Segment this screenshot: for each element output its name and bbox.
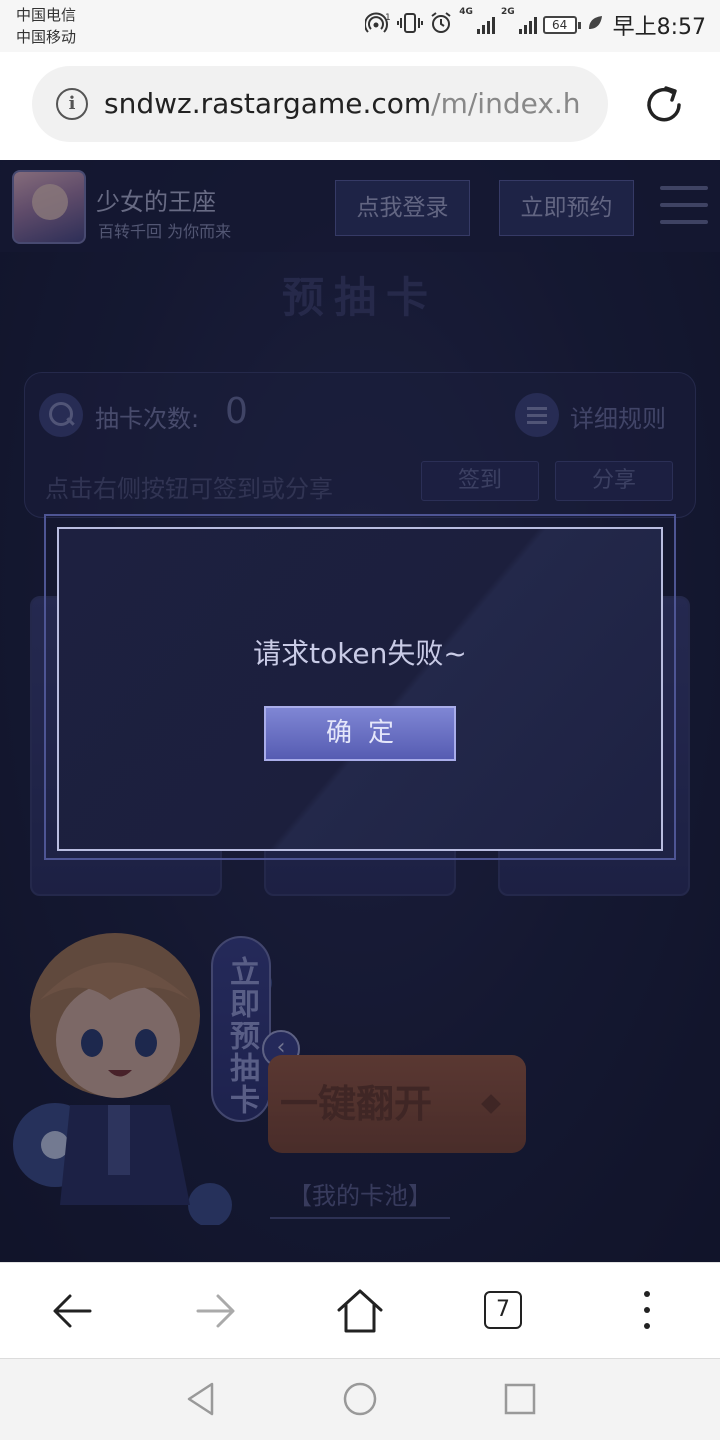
signal-2-icon <box>518 16 537 34</box>
carrier-1: 中国电信 <box>16 6 77 24</box>
url-host: sndwz.rastargame.com <box>104 87 432 120</box>
vibrate-icon <box>397 12 424 38</box>
home-icon[interactable] <box>334 1285 386 1337</box>
tabs-count-button[interactable]: 7 <box>484 1291 522 1329</box>
forward-arrow-icon[interactable] <box>192 1287 240 1335</box>
nav-back-icon[interactable] <box>184 1381 218 1417</box>
info-icon[interactable]: i <box>56 88 88 120</box>
nav-recents-icon[interactable] <box>504 1383 536 1415</box>
battery-level: 64 <box>542 16 577 34</box>
battery-icon: 64 <box>542 16 581 34</box>
carrier-info: 中国电信 中国移动 <box>16 4 76 48</box>
carrier-2: 中国移动 <box>16 28 77 46</box>
leaf-icon <box>587 15 603 35</box>
back-arrow-icon[interactable] <box>48 1287 96 1335</box>
hotspot-icon: 1 <box>364 12 391 39</box>
svg-text:1: 1 <box>385 13 391 23</box>
network-label-1: 4G <box>459 7 473 17</box>
nav-home-icon[interactable] <box>342 1381 378 1417</box>
dialog-message: 请求token失败~ <box>253 637 467 670</box>
browser-toolbar: 7 <box>0 1262 720 1358</box>
clock: 早上8:57 <box>612 15 706 40</box>
error-dialog <box>57 527 663 851</box>
reload-icon[interactable] <box>641 82 687 128</box>
signal-1-icon <box>476 16 495 34</box>
more-vertical-icon[interactable] <box>644 1291 652 1335</box>
url-path: /m/index.h <box>431 87 581 120</box>
address-bar[interactable]: i sndwz.rastargame.com/m/index.h <box>32 66 608 142</box>
dialog-confirm-button[interactable]: 确定 <box>264 706 456 761</box>
status-bar: 中国电信 中国移动 1 4G 2G 64 早上8:57 <box>0 0 720 52</box>
alarm-icon <box>429 11 453 39</box>
url-text[interactable]: sndwz.rastargame.com/m/index.h <box>104 86 581 122</box>
browser-address-row: i sndwz.rastargame.com/m/index.h <box>0 52 720 160</box>
system-nav-bar <box>0 1358 720 1440</box>
network-label-2: 2G <box>500 7 515 17</box>
status-icons: 1 4G 2G 64 早上8:57 <box>364 7 706 42</box>
